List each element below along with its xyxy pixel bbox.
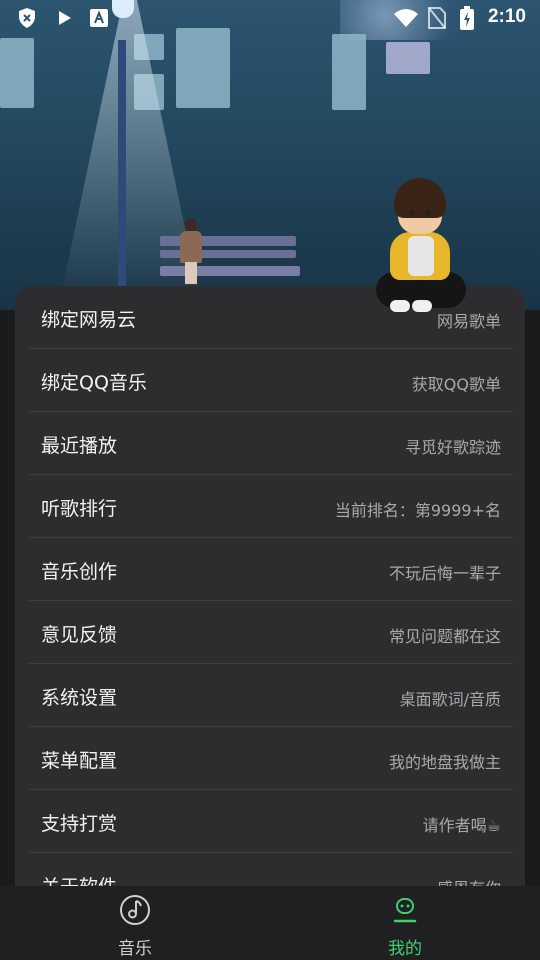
bottom-navigation: 音乐 我的 [0,886,540,960]
girl-figure [178,218,204,284]
building-window [0,38,34,108]
a-badge-icon [88,8,110,28]
music-note-icon [119,894,151,926]
menu-item-subtitle: 请作者喝☕ [422,816,501,835]
menu-item-label: 意见反馈 [41,624,118,646]
menu-item-subtitle: 当前排名：第9999+名 [334,501,501,520]
menu-item-label: 绑定网易云 [41,309,137,331]
menu-item-subtitle: 桌面歌词/音质 [399,690,501,709]
menu-item-label: 最近播放 [41,435,118,457]
person-icon [389,894,421,926]
menu-item-subtitle: 寻觅好歌踪迹 [404,438,501,457]
menu-item-feedback[interactable]: 意见反馈 常见问题都在这 [29,601,513,664]
menu-item-bind-qq-music[interactable]: 绑定QQ音乐 获取QQ歌单 [29,349,513,412]
tab-music-label: 音乐 [118,939,152,959]
menu-item-subtitle: 我的地盘我做主 [388,753,501,772]
menu-item-label: 绑定QQ音乐 [41,372,147,394]
menu-item-subtitle: 常见问题都在这 [388,627,501,646]
menu-item-subtitle: 获取QQ歌单 [411,375,501,394]
wifi-icon [392,8,420,28]
shield-x-icon [16,8,38,28]
tab-mine-label: 我的 [388,939,422,959]
building-window [386,42,430,74]
menu-item-label: 菜单配置 [41,750,118,772]
menu-item-donate[interactable]: 支持打赏 请作者喝☕ [29,790,513,853]
battery-charging-icon [458,6,476,30]
menu-item-listening-rank[interactable]: 听歌排行 当前排名：第9999+名 [29,475,513,538]
play-icon [56,8,74,28]
menu-item-music-creation[interactable]: 音乐创作 不玩后悔一辈子 [29,538,513,601]
menu-card: 绑定网易云 网易歌单 绑定QQ音乐 获取QQ歌单 最近播放 寻觅好歌踪迹 听歌排… [15,286,525,896]
menu-item-menu-config[interactable]: 菜单配置 我的地盘我做主 [29,727,513,790]
menu-item-label: 听歌排行 [41,498,118,520]
street-lamp [118,40,126,290]
menu-item-recent-play[interactable]: 最近播放 寻觅好歌踪迹 [29,412,513,475]
menu-item-label: 支持打赏 [41,813,118,835]
status-bar: 2:10 [0,0,540,36]
status-time: 2:10 [487,6,526,27]
tab-music[interactable]: 音乐 [0,886,270,960]
building-window [332,34,366,110]
tab-mine[interactable]: 我的 [270,886,540,960]
building-window [176,28,230,108]
avatar-figure[interactable] [372,178,468,330]
menu-item-subtitle: 不玩后悔一辈子 [388,564,501,583]
menu-item-label: 音乐创作 [41,561,118,583]
menu-item-system-settings[interactable]: 系统设置 桌面歌词/音质 [29,664,513,727]
no-sim-icon [426,7,448,29]
screen: 2:10 绑定网易云 网易歌单 绑定QQ音乐 获取QQ歌单 最近播放 寻觅好歌踪… [0,0,540,960]
menu-item-label: 系统设置 [41,687,118,709]
